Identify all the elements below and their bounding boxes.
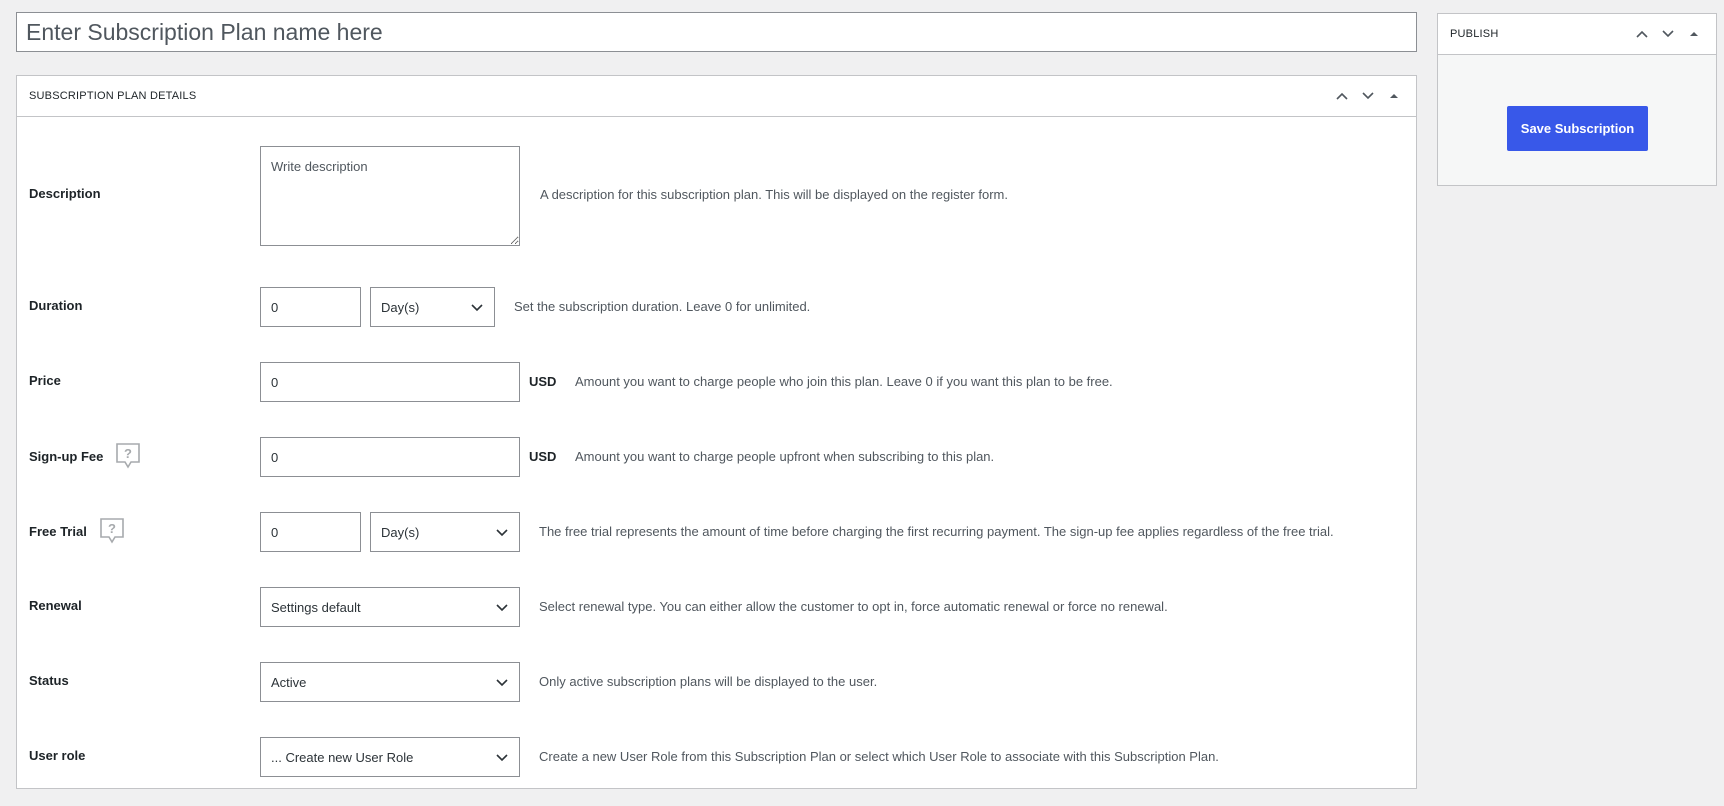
duration-help: Set the subscription duration. Leave 0 f… (514, 299, 811, 314)
user-role-help: Create a new User Role from this Subscri… (539, 749, 1219, 764)
chevron-down-icon (496, 679, 508, 687)
subscription-plan-details-box: SUBSCRIPTION PLAN DETAILS Description A … (16, 75, 1417, 789)
description-help: A description for this subscription plan… (540, 187, 1008, 202)
free-trial-row: Free Trial ? Day(s) The free trial repre… (17, 512, 1416, 552)
free-trial-label-group: Free Trial ? (29, 517, 125, 545)
signup-fee-label-group: Sign-up Fee ? (29, 442, 141, 470)
duration-unit-value: Day(s) (381, 299, 420, 315)
duration-unit-select[interactable]: Day(s) (370, 287, 495, 327)
collapse-toggle-icon[interactable] (1384, 86, 1404, 106)
free-trial-unit-select[interactable]: Day(s) (370, 512, 520, 552)
chevron-down-icon (471, 304, 483, 312)
help-tooltip-icon[interactable]: ? (99, 517, 125, 545)
free-trial-help: The free trial represents the amount of … (539, 524, 1334, 539)
renewal-label: Renewal (29, 598, 82, 613)
price-help: Amount you want to charge people who joi… (575, 374, 1113, 389)
description-textarea[interactable] (260, 146, 520, 246)
chevron-down-icon (496, 529, 508, 537)
publish-box: PUBLISH Save Subscription (1437, 13, 1717, 186)
price-input[interactable] (260, 362, 520, 402)
description-row: Description A description for this subsc… (17, 146, 1416, 246)
free-trial-input[interactable] (260, 512, 361, 552)
renewal-row: Renewal Settings default Select renewal … (17, 587, 1416, 627)
move-up-icon[interactable] (1632, 24, 1652, 44)
details-box-title: SUBSCRIPTION PLAN DETAILS (29, 90, 197, 102)
collapse-toggle-icon[interactable] (1684, 24, 1704, 44)
signup-fee-currency: USD (529, 449, 557, 464)
user-role-row: User role ... Create new User Role Creat… (17, 737, 1416, 777)
publish-box-handle-actions (1632, 24, 1704, 44)
duration-row: Duration Day(s) Set the subscription dur… (17, 287, 1416, 327)
renewal-select[interactable]: Settings default (260, 587, 520, 627)
save-subscription-button[interactable]: Save Subscription (1507, 106, 1648, 151)
details-box-handle-actions (1332, 86, 1404, 106)
chevron-down-icon (496, 604, 508, 612)
free-trial-unit-value: Day(s) (381, 524, 420, 540)
signup-fee-label: Sign-up Fee (29, 448, 104, 464)
free-trial-label: Free Trial (29, 523, 87, 539)
signup-fee-input[interactable] (260, 437, 520, 477)
move-down-icon[interactable] (1658, 24, 1678, 44)
status-help: Only active subscription plans will be d… (539, 674, 878, 689)
plan-name-input[interactable] (16, 12, 1417, 52)
move-up-icon[interactable] (1332, 86, 1352, 106)
publish-box-header: PUBLISH (1438, 14, 1716, 55)
status-select[interactable]: Active (260, 662, 520, 702)
svg-text:?: ? (124, 446, 132, 461)
publish-box-body: Save Subscription (1438, 55, 1716, 185)
signup-fee-help: Amount you want to charge people upfront… (575, 449, 995, 464)
svg-text:?: ? (108, 521, 116, 536)
user-role-select[interactable]: ... Create new User Role (260, 737, 520, 777)
price-row: Price USD Amount you want to charge peop… (17, 362, 1416, 402)
signup-fee-row: Sign-up Fee ? USD Amount you want to cha… (17, 437, 1416, 477)
renewal-select-value: Settings default (271, 599, 361, 615)
move-down-icon[interactable] (1358, 86, 1378, 106)
help-tooltip-icon[interactable]: ? (115, 442, 141, 470)
status-select-value: Active (271, 674, 307, 690)
publish-box-title: PUBLISH (1450, 28, 1499, 40)
price-currency: USD (529, 374, 557, 389)
price-label: Price (29, 373, 61, 388)
duration-label: Duration (29, 298, 83, 313)
details-box-header: SUBSCRIPTION PLAN DETAILS (17, 76, 1416, 117)
renewal-help: Select renewal type. You can either allo… (539, 599, 1168, 614)
status-label: Status (29, 673, 69, 688)
user-role-label: User role (29, 748, 86, 763)
status-row: Status Active Only active subscription p… (17, 662, 1416, 702)
chevron-down-icon (496, 754, 508, 762)
duration-input[interactable] (260, 287, 361, 327)
description-label: Description (29, 186, 101, 201)
user-role-select-value: ... Create new User Role (271, 749, 414, 765)
